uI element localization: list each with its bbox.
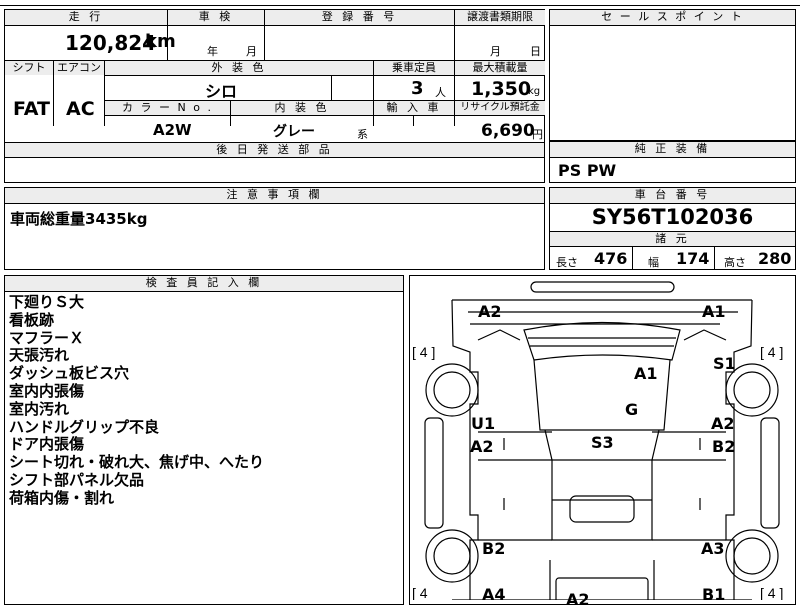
inspector-header: 検 査 員 記 入 欄 [5,276,403,291]
recycle-header: リサイクル預託金 [455,101,545,115]
registration-header: 登 録 番 号 [265,10,454,25]
inspector-note-line: ドア内張傷 [9,435,85,454]
dimensions-header: 諸 元 [550,232,795,246]
code-s1: S1 [713,354,736,373]
inspector-note-line: 室内内張傷 [9,381,85,400]
capacity-value: 3 [411,78,424,99]
inspector-note-line: ハンドルグリップ不良 [9,417,160,436]
recycle-value: 6,690 [481,121,535,141]
import-header: 輸 入 車 [374,101,454,115]
sales-point-header: セ ー ル ス ポ イ ン ト [550,10,795,25]
inspector-note-line: シート切れ・破れ大、焦げ中、へたり [9,453,265,472]
interior-color-header: 内 装 色 [231,101,373,115]
aircon-value: AC [66,98,95,120]
inspection-year-unit: 年 [207,45,218,58]
code-a2-top-left: A2 [478,302,502,321]
chassis-header: 車 台 番 号 [550,188,795,203]
capacity-unit: 人 [435,86,446,99]
recycle-unit: 円 [532,128,543,141]
max-load-header: 最大積載量 [455,61,545,75]
sales-point-box: セ ー ル ス ポ イ ン ト [549,9,796,141]
exterior-color-header: 外 装 色 [105,61,373,75]
notes-box: 注 意 事 項 欄 車両総重量3435kg [4,187,545,270]
notes-value: 車両総重量3435kg [10,210,148,228]
exterior-color-value: シロ [205,82,238,101]
code-a2-left: A2 [470,437,494,456]
inspector-note-line: ダッシュ板ビス穴 [9,364,130,383]
code-a3: A3 [701,539,725,558]
code-a4: A4 [482,585,506,604]
genuine-equipment-header: 純 正 装 備 [550,142,795,157]
transfer-month-unit: 月 [490,45,501,58]
top-strip-line [0,5,800,6]
vehicle-info-table: 走 行 車 検 登 録 番 号 譲渡書類期限 120,824 km 年 月 月 … [4,9,545,183]
mileage-header: 走 行 [5,10,167,25]
tire-depth-left-top: [ 4 ] [412,344,435,360]
width-label: 幅 [648,256,659,269]
inspector-note-line: 室内汚れ [9,399,70,418]
mileage-unit: km [145,31,176,52]
inspector-note-line: 荷箱内傷・割れ [9,488,115,507]
inspector-note-line: 看板跡 [9,310,55,329]
inspector-box: 検 査 員 記 入 欄 下廻りＳ大 看板跡 マフラーＸ 天張汚れ ダッシュ板ビス穴 室内内… [4,275,404,605]
genuine-equipment-box: 純 正 装 備 PS PW [549,141,796,183]
code-a1-top-right: A1 [702,302,726,321]
code-b1: B1 [702,585,726,604]
inspection-month-unit: 月 [246,45,257,58]
height-label: 高さ [724,256,746,269]
chassis-box: 車 台 番 号 SY56T102036 諸 元 長さ 476 幅 174 高さ … [549,187,796,270]
mileage-value: 120,824 [65,31,157,55]
code-b2-right: B2 [712,437,736,456]
length-label: 長さ [556,256,578,269]
transfer-docs-header: 譲渡書類期限 [455,10,545,25]
height-value: 280 [758,249,792,268]
inspector-lines: 下廻りＳ大 看板跡 マフラーＸ 天張汚れ ダッシュ板ビス穴 室内内張傷 室内汚れ ハンドルグリ… [9,293,265,508]
chassis-number: SY56T102036 [591,205,754,229]
inspector-note-line: シフト部パネル欠品 [9,470,145,489]
width-value: 174 [676,249,710,268]
later-parts-header: 後 日 発 送 部 品 [5,143,544,157]
inspection-header: 車 検 [168,10,264,25]
code-a1-center: A1 [634,364,658,383]
inspector-note-line: 下廻りＳ大 [9,293,85,311]
inspector-note-line: 天張汚れ [9,346,70,365]
code-g: G [625,400,639,419]
interior-color-value: グレー [273,124,315,140]
code-b2-left: B2 [482,539,506,558]
inspector-note-line: マフラーＸ [9,328,85,347]
interior-color-suffix: 系 [357,128,368,141]
tire-depth-right-bottom: [ 4 ] [760,585,783,600]
capacity-header: 乗車定員 [374,61,454,75]
max-load-value: 1,350 [471,78,532,100]
length-value: 476 [594,249,628,268]
aircon-header: エアコン [54,61,104,75]
code-a2-right: A2 [711,414,735,433]
genuine-equipment-value: PS PW [558,161,617,180]
code-u1: U1 [471,414,496,433]
color-no-value: A2W [153,121,192,139]
code-s3: S3 [591,433,614,452]
tire-depth-left-bottom: [ 4 [412,585,428,600]
shift-header: シフト [5,61,53,75]
color-no-header: カ ラ ー N o . [105,101,230,115]
transfer-day-unit: 日 [530,45,541,58]
max-load-unit: kg [528,86,541,97]
tire-depth-right-top: [ 4 ] [760,344,783,360]
shift-value: FAT [13,98,50,120]
notes-header: 注 意 事 項 欄 [5,188,544,203]
